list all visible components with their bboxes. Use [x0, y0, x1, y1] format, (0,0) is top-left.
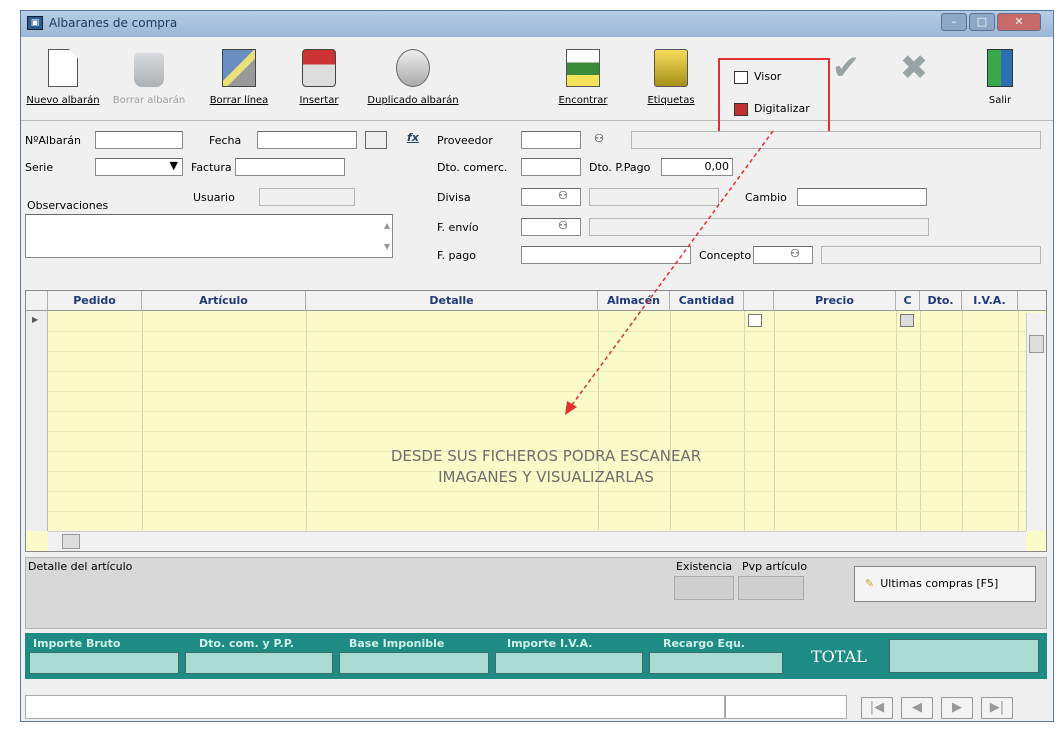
ultimas-compras-label: Ultimas compras [F5]: [880, 577, 999, 590]
importe-iva-label: Importe I.V.A.: [507, 637, 593, 650]
pvp-label: Pvp artículo: [742, 560, 808, 573]
status-bar: |◀ ◀ ▶ ▶|: [25, 691, 1047, 719]
article-detail-panel: Detalle del artículo Existencia Pvp artí…: [25, 557, 1047, 629]
pvp-value: [738, 576, 804, 600]
first-record-button[interactable]: |◀: [861, 697, 893, 719]
next-record-button[interactable]: ▶: [941, 697, 973, 719]
importe-iva-field: [495, 652, 643, 674]
dto-com-field: [185, 652, 333, 674]
total-label: TOTAL: [811, 647, 867, 666]
existencia-label: Existencia: [676, 560, 733, 573]
importe-bruto-label: Importe Bruto: [33, 637, 121, 650]
last-record-button[interactable]: ▶|: [981, 697, 1013, 719]
importe-bruto-field: [29, 652, 179, 674]
base-imponible-label: Base Imponible: [349, 637, 445, 650]
record-field: [725, 695, 847, 719]
totals-bar: Importe Bruto Dto. com. y P.P. Base Impo…: [25, 633, 1047, 679]
base-imponible-field: [339, 652, 489, 674]
purchase-delivery-window: ▣ Albaranes de compra – □ ✕ Nuevo albará…: [20, 10, 1054, 722]
ultimas-compras-button[interactable]: ✎ Ultimas compras [F5]: [854, 566, 1036, 602]
status-field: [25, 695, 725, 719]
detalle-articulo-label: Detalle del artículo: [28, 560, 133, 573]
dto-com-label: Dto. com. y P.P.: [199, 637, 294, 650]
pencil-icon: ✎: [865, 577, 875, 590]
recargo-field: [649, 652, 783, 674]
total-field: [889, 639, 1039, 673]
existencia-value: [674, 576, 734, 600]
recargo-label: Recargo Equ.: [663, 637, 745, 650]
prev-record-button[interactable]: ◀: [901, 697, 933, 719]
